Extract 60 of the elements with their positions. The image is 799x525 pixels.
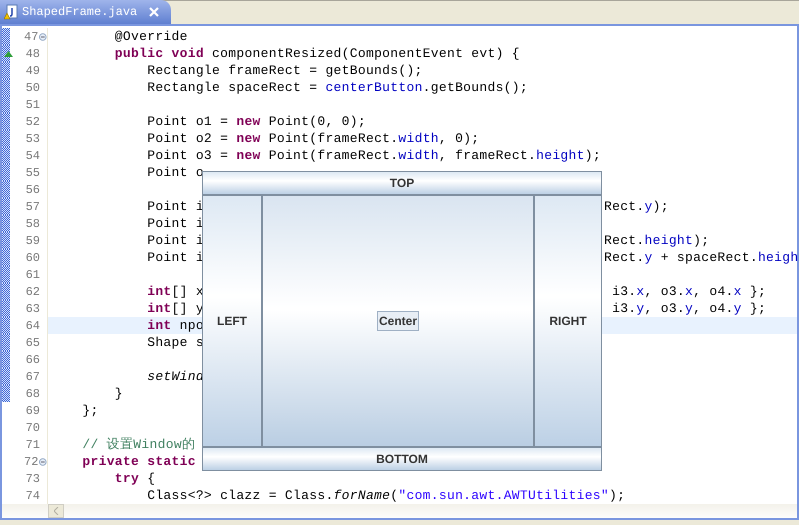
bottom-button[interactable]: BOTTOM [203,446,601,470]
line-number: 52 [24,114,40,130]
line-number: 48 [24,46,40,62]
line-number: 55 [24,164,40,182]
line-number: 56 [24,182,40,198]
code-line: Point o1 = new Point(0, 0); [146,112,366,131]
code-line: Point o3 = new Point(frameRect.width, frameRect.height); [146,146,601,165]
line-number: 50 [24,80,40,96]
line-number: 74 [24,488,40,504]
line-number: 54 [24,148,40,164]
scroll-left-button[interactable] [48,504,64,518]
code-line: // 设置Window的 [81,436,196,454]
collapse-icon[interactable] [39,458,47,466]
code-line: i3.y, o3.y, o4.y }; [611,300,766,318]
line-number: 49 [24,62,40,80]
code-line: @Override [114,28,188,46]
code-line: setWind [146,368,204,386]
code-line: Rect.y + spaceRect.heigh [604,248,798,267]
code-line: try { [114,470,156,488]
top-button[interactable]: TOP [203,172,601,196]
horizontal-scrollbar[interactable] [2,504,797,518]
center-button[interactable]: Center [376,311,419,331]
code-line: }; [81,402,99,420]
line-number: 66 [24,352,40,368]
line-number: 47 [23,28,38,46]
line-number: 71 [24,436,40,454]
line-number: 57 [24,198,40,216]
line-number: 65 [24,334,40,352]
tab-title: ShapedFrame.java [22,4,138,21]
code-line: Class<?> clazz = Class.forName("com.sun.awt.AWTUtilities"); [146,486,626,505]
line-number: 51 [24,96,40,114]
code-line: Rectangle frameRect = getBounds(); [146,62,423,80]
code-line: Rectangle spaceRect = centerButton.getBounds(); [146,78,528,97]
close-icon[interactable] [149,7,160,17]
line-number: 64 [24,318,40,334]
java-file-icon [4,4,18,20]
left-button[interactable]: LEFT [203,196,263,446]
line-number: 67 [24,368,40,386]
line-number: 58 [24,216,40,232]
code-line: Rect.height); [604,232,710,250]
code-line: i3.x, o3.x, o4.x }; [611,282,766,301]
code-line: Rect.y); [604,198,669,216]
line-number: 69 [24,402,40,420]
code-line: } [114,384,123,403]
line-number: 63 [24,300,40,318]
line-number: 59 [24,232,40,250]
line-number: 73 [24,470,40,488]
line-number: 61 [24,266,40,284]
line-number: 53 [24,130,40,148]
line-number: 72 [23,454,38,470]
line-number: 70 [24,420,40,436]
line-number: 62 [24,284,40,300]
code-line: Point o2 = new Point(frameRect.width, 0); [146,130,480,148]
code-line: int npo [146,316,204,335]
line-number: 68 [24,386,40,402]
right-button[interactable]: RIGHT [533,196,601,446]
line-number: 60 [24,250,40,266]
code-line: public void componentResized(ComponentEvent evt) { [114,44,520,63]
collapse-icon[interactable] [39,32,47,40]
code-line: private static [81,452,196,471]
